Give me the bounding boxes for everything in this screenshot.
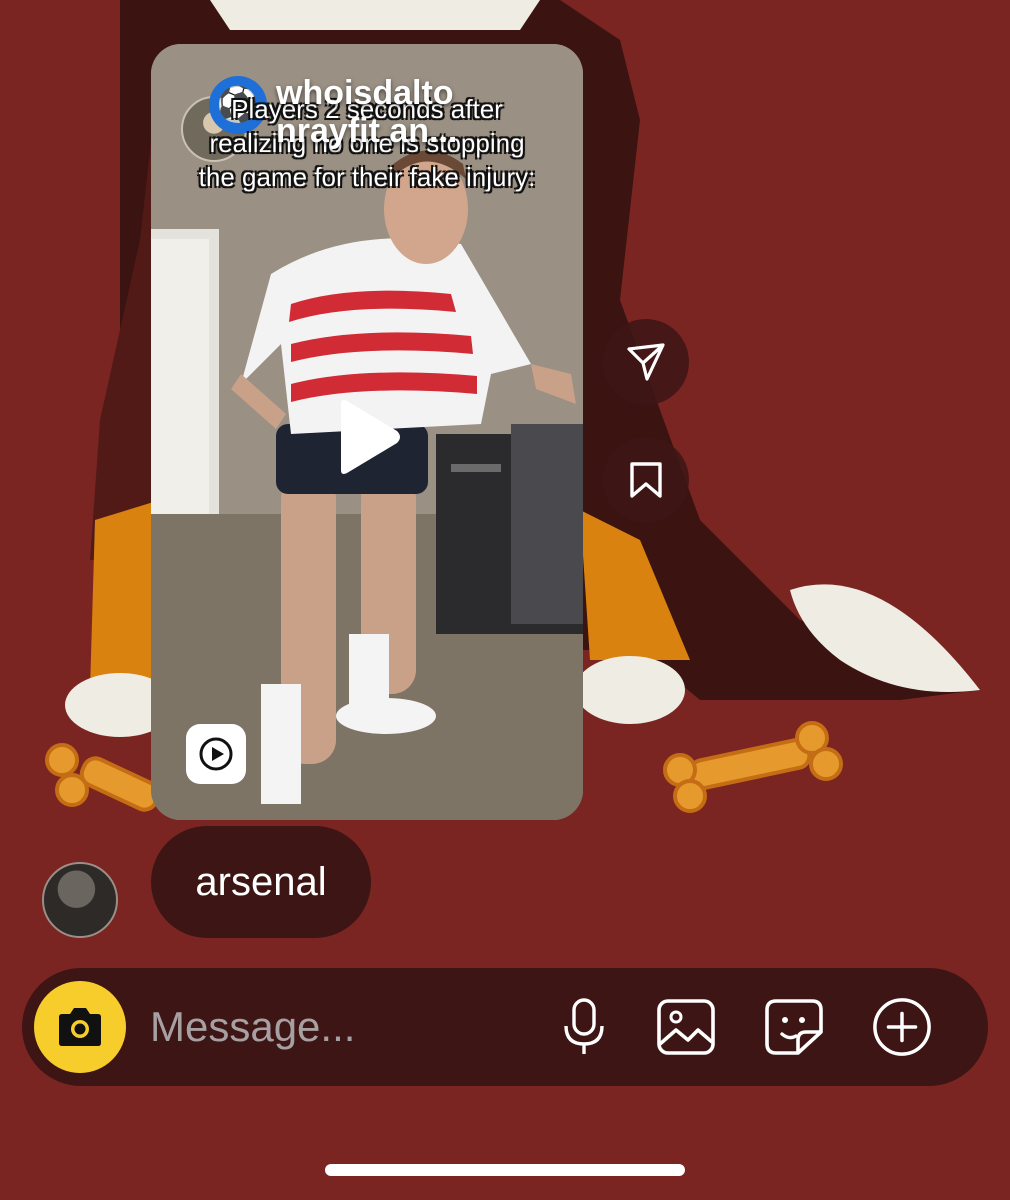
image-icon (657, 999, 715, 1055)
message-composer (22, 968, 988, 1086)
message-bubble[interactable]: arsenal (151, 826, 371, 938)
save-button[interactable] (603, 437, 689, 523)
microphone-icon (564, 998, 604, 1054)
home-indicator[interactable] (325, 1164, 685, 1176)
play-icon[interactable] (332, 397, 404, 477)
camera-button[interactable] (34, 981, 126, 1073)
voice-message-button[interactable] (554, 997, 614, 1057)
more-button[interactable] (872, 997, 932, 1057)
message-input[interactable] (150, 992, 550, 1062)
bookmark-icon (630, 462, 662, 498)
reel-author-name[interactable]: whoisdalto nrayfit an... (276, 74, 566, 150)
gallery-button[interactable] (656, 997, 716, 1057)
sticker-icon (765, 999, 823, 1055)
share-button[interactable] (603, 319, 689, 405)
sender-avatar[interactable] (42, 862, 118, 938)
camera-icon (59, 1008, 101, 1046)
plus-circle-icon (873, 998, 931, 1056)
send-icon (627, 343, 665, 381)
reels-icon (186, 724, 246, 784)
message-text: arsenal (195, 859, 327, 904)
sticker-button[interactable] (764, 997, 824, 1057)
shared-reel-card[interactable]: ⚽ Players 2 seconds after realizing no o… (151, 44, 583, 820)
chat-screen: ⚽ Players 2 seconds after realizing no o… (0, 0, 1010, 1200)
